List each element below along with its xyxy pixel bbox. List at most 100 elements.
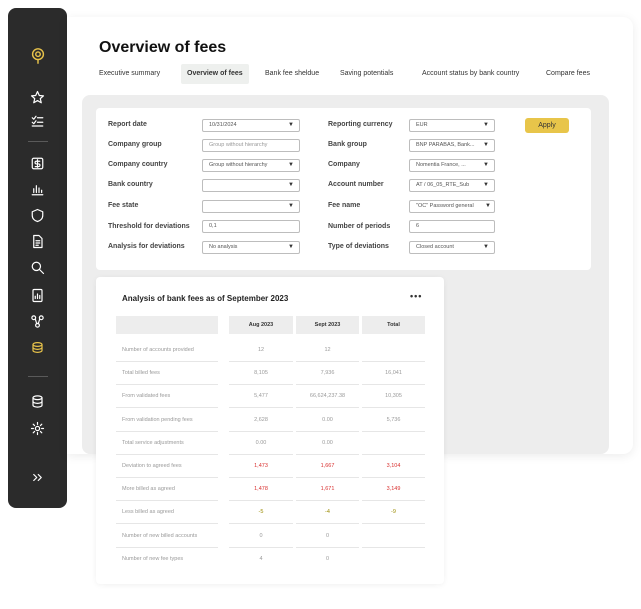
table-row-label: Number of new fee types <box>122 556 184 562</box>
flow-icon[interactable] <box>8 310 67 332</box>
search-icon[interactable] <box>8 256 67 278</box>
row-divider <box>362 431 425 432</box>
table-cell: 1,478 <box>254 486 268 492</box>
fee-name-select[interactable]: "OC" Password general ▼ <box>409 200 495 213</box>
tab-saving-potentials[interactable]: Saving potentials <box>340 64 393 84</box>
table-cell: 3,104 <box>386 463 401 469</box>
shield-icon[interactable] <box>8 204 67 226</box>
row-divider <box>229 454 293 455</box>
analysis-deviations-select[interactable]: No analysis ▼ <box>202 241 300 254</box>
threshold-input[interactable]: 0,1 <box>202 220 300 233</box>
table-cell: 0.00 <box>255 440 267 446</box>
threshold-label: Threshold for deviations <box>108 223 190 230</box>
type-of-deviations-select[interactable]: Closed account ▼ <box>409 241 495 254</box>
fee-name-label: Fee name <box>328 202 361 209</box>
analysis-deviations-value: No analysis <box>209 244 238 250</box>
expand-icon[interactable] <box>8 466 67 488</box>
bank-country-select[interactable]: ▼ <box>202 179 300 192</box>
table-row-label: Less billed as agreed <box>122 509 174 515</box>
chevron-down-icon: ▼ <box>483 162 489 168</box>
sidebar-divider <box>28 141 48 142</box>
row-divider <box>296 407 359 408</box>
table-cell: 16,041 <box>385 370 402 376</box>
row-divider <box>296 547 359 548</box>
report-icon[interactable] <box>8 284 67 306</box>
row-divider <box>296 431 359 432</box>
row-divider <box>296 500 359 501</box>
row-divider <box>362 500 425 501</box>
sidebar <box>8 8 67 508</box>
table-cell: 3,149 <box>386 486 401 492</box>
tab-bank-fee-schedule[interactable]: Bank fee sheldue <box>265 64 319 84</box>
chevron-down-icon: ▼ <box>288 244 294 250</box>
logo-icon[interactable] <box>8 46 67 66</box>
database-icon[interactable] <box>8 390 67 412</box>
company-country-value: Group without hierarchy <box>209 162 268 168</box>
tab-compare-fees[interactable]: Compare fees <box>546 64 590 84</box>
table-cell: 66,624,237.38 <box>309 393 346 399</box>
row-divider <box>296 523 359 524</box>
row-divider <box>362 477 425 478</box>
row-divider <box>116 500 218 501</box>
star-icon[interactable] <box>8 86 67 108</box>
tab-overview-of-fees[interactable]: Overview of fees <box>181 64 249 84</box>
coins-icon[interactable] <box>8 336 67 358</box>
reporting-currency-select[interactable]: EUR ▼ <box>409 119 495 132</box>
account-number-select[interactable]: AT / 06_05_RTE_Sub ▼ <box>409 179 495 192</box>
row-divider <box>229 431 293 432</box>
currency-icon[interactable] <box>8 152 67 174</box>
table-header-label-cell <box>116 316 218 334</box>
company-country-select[interactable]: Group without hierarchy ▼ <box>202 159 300 172</box>
account-number-value: AT / 06_05_RTE_Sub <box>416 182 470 188</box>
row-divider <box>116 523 218 524</box>
company-group-input[interactable]: Group without hierarchy <box>202 139 300 152</box>
row-divider <box>362 361 425 362</box>
account-number-label: Account number <box>328 181 384 188</box>
table-cell: 5,477 <box>254 393 268 399</box>
table-row-label: Total billed fees <box>122 370 160 376</box>
row-divider <box>229 547 293 548</box>
table-cell: 8,105 <box>254 370 268 376</box>
apply-button[interactable]: Apply <box>525 118 569 133</box>
row-divider <box>229 523 293 524</box>
bar-chart-icon[interactable] <box>8 178 67 200</box>
fee-name-value: "OC" Password general <box>416 203 474 209</box>
table-cell: 1,473 <box>254 463 268 469</box>
row-divider <box>362 407 425 408</box>
table-cell: 0.00 <box>322 440 333 446</box>
table-cell: 12 <box>324 347 331 353</box>
number-of-periods-input[interactable]: 6 <box>409 220 495 233</box>
row-divider <box>229 500 293 501</box>
chevron-down-icon: ▼ <box>288 162 294 168</box>
page-title: Overview of fees <box>99 39 227 56</box>
fee-state-select[interactable]: ▼ <box>202 200 300 213</box>
company-country-label: Company country <box>108 161 168 168</box>
bank-country-label: Bank country <box>108 181 153 188</box>
more-options-icon[interactable]: ••• <box>410 291 422 301</box>
row-divider <box>362 384 425 385</box>
analysis-title: Analysis of bank fees as of September 20… <box>122 294 289 303</box>
document-icon[interactable] <box>8 230 67 252</box>
company-select[interactable]: Nomentia France, ... ▼ <box>409 159 495 172</box>
chevron-down-icon: ▼ <box>483 182 489 188</box>
row-divider <box>362 454 425 455</box>
table-row-label: Number of accounts provided <box>122 347 194 353</box>
table-cell: 0.00 <box>322 417 333 423</box>
number-of-periods-value: 6 <box>416 223 420 229</box>
settings-icon[interactable] <box>8 417 67 439</box>
column-header-aug-2023: Aug 2023 <box>229 316 293 334</box>
bank-group-select[interactable]: BNP PARABAS, Bank... ▼ <box>409 139 495 152</box>
tab-account-status[interactable]: Account status by bank country <box>422 64 519 84</box>
table-cell: 0 <box>325 556 330 562</box>
table-cell: 7,936 <box>320 370 335 376</box>
tab-executive-summary[interactable]: Executive summary <box>99 64 160 84</box>
fee-state-label: Fee state <box>108 202 139 209</box>
table-cell: 0 <box>259 533 263 539</box>
bank-group-value: BNP PARABAS, Bank... <box>416 142 475 148</box>
report-date-select[interactable]: 10/31/2024 ▼ <box>202 119 300 132</box>
row-divider <box>116 454 218 455</box>
row-divider <box>362 547 425 548</box>
checklist-icon[interactable] <box>8 110 67 132</box>
table-cell: 1,671 <box>320 486 335 492</box>
row-divider <box>229 477 293 478</box>
